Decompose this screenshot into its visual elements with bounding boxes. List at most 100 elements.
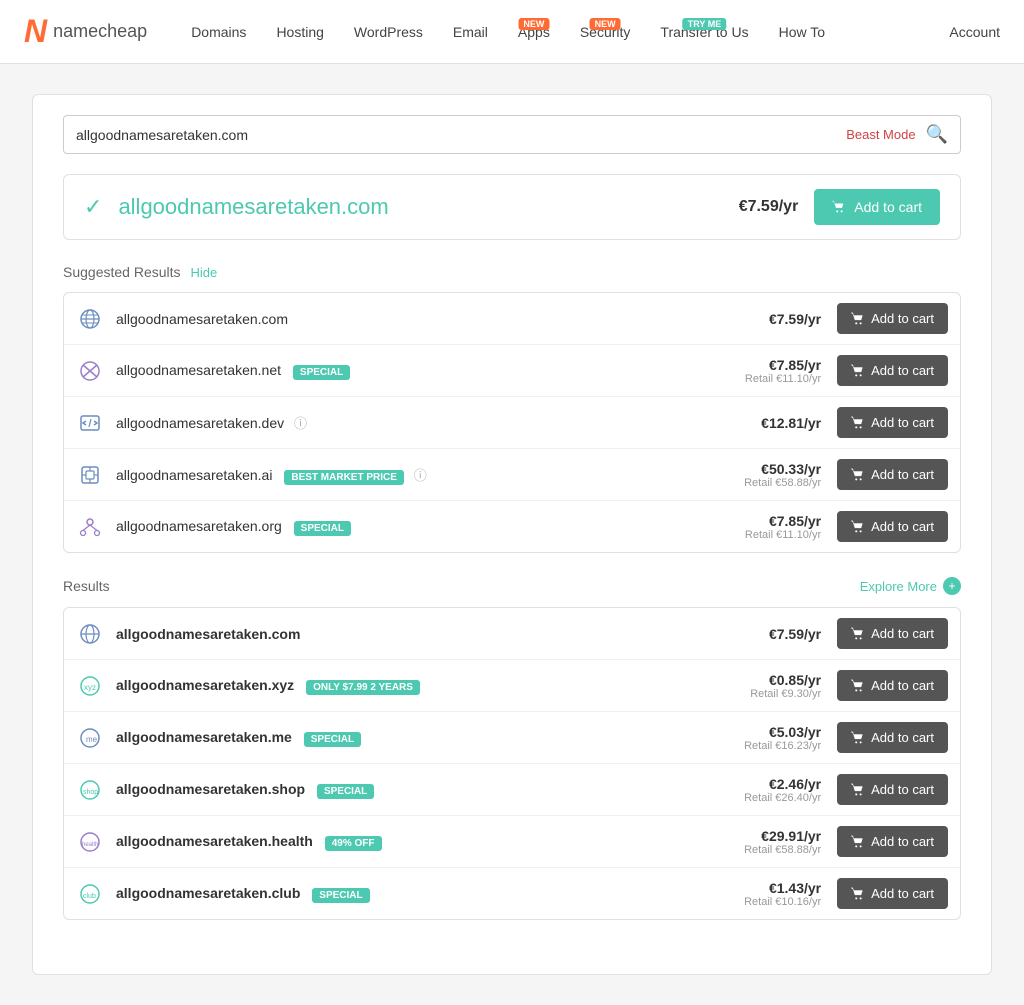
cart-icon — [851, 520, 865, 534]
result-price-health: €29.91/yr Retail €58.88/yr — [744, 828, 821, 856]
logo[interactable]: N namecheap — [24, 13, 147, 50]
beast-mode-button[interactable]: Beast Mode — [846, 127, 915, 142]
result-add-cart-shop[interactable]: Add to cart — [837, 774, 948, 805]
result-domain-com: allgoodnamesaretaken.com — [116, 626, 769, 642]
result-xyz-icon: xyz — [76, 672, 104, 700]
result-domain-me: allgoodnamesaretaken.me SPECIAL — [116, 729, 744, 747]
result-shop-icon: shop — [76, 776, 104, 804]
suggested-add-cart-org[interactable]: Add to cart — [837, 511, 948, 542]
nav-item-domains[interactable]: Domains — [179, 16, 258, 48]
add-label: Add to cart — [871, 626, 934, 641]
cart-icon — [851, 468, 865, 482]
result-row-com: allgoodnamesaretaken.com €7.59/yr Add to… — [64, 608, 960, 660]
com-icon — [76, 305, 104, 333]
add-label: Add to cart — [871, 311, 934, 326]
suggested-row-net: allgoodnamesaretaken.net SPECIAL €7.85/y… — [64, 345, 960, 397]
nav-item-email[interactable]: Email — [441, 16, 500, 48]
result-price-com: €7.59/yr — [769, 626, 821, 642]
nav-item-security[interactable]: NEW Security — [568, 16, 643, 48]
explore-more-label: Explore More — [860, 579, 937, 594]
result-add-cart-health[interactable]: Add to cart — [837, 826, 948, 857]
cart-icon — [851, 364, 865, 378]
primary-result: ✓ allgoodnamesaretaken.com €7.59/yr Add … — [63, 174, 961, 240]
tag-special-me: SPECIAL — [304, 732, 361, 747]
suggested-price-dev: €12.81/yr — [761, 415, 821, 431]
add-label: Add to cart — [871, 730, 934, 745]
suggested-price-net: €7.85/yr Retail €11.10/yr — [745, 357, 821, 385]
cart-icon — [851, 312, 865, 326]
nav-item-howto[interactable]: How To — [767, 16, 837, 48]
suggested-add-cart-net[interactable]: Add to cart — [837, 355, 948, 386]
suggested-row-com: allgoodnamesaretaken.com €7.59/yr Add to… — [64, 293, 960, 345]
tag-off-health: 49% OFF — [325, 836, 382, 851]
tag-special-org: SPECIAL — [294, 521, 351, 536]
result-price-me: €5.03/yr Retail €16.23/yr — [744, 724, 821, 752]
result-add-cart-com[interactable]: Add to cart — [837, 618, 948, 649]
result-row-shop: shop allgoodnamesaretaken.shop SPECIAL €… — [64, 764, 960, 816]
info-icon-ai[interactable]: ⓘ — [414, 468, 427, 483]
nav-item-hosting[interactable]: Hosting — [264, 16, 335, 48]
results-list: allgoodnamesaretaken.com €7.59/yr Add to… — [63, 607, 961, 920]
logo-n-icon: N — [24, 13, 47, 50]
check-icon: ✓ — [84, 194, 102, 220]
search-input[interactable] — [76, 127, 846, 143]
svg-text:shop: shop — [83, 789, 98, 796]
search-icon[interactable]: 🔍 — [926, 124, 948, 145]
add-label: Add to cart — [871, 467, 934, 482]
suggested-domain-org: allgoodnamesaretaken.org SPECIAL — [116, 518, 745, 536]
suggested-price-ai: €50.33/yr Retail €58.88/yr — [744, 461, 821, 489]
suggested-add-cart-dev[interactable]: Add to cart — [837, 407, 948, 438]
search-bar: Beast Mode 🔍 — [63, 115, 961, 154]
suggested-header: Suggested Results Hide — [63, 264, 961, 280]
results-header: Results Explore More + — [63, 577, 961, 595]
account-nav-item[interactable]: Account — [949, 24, 1000, 40]
suggested-add-cart-com[interactable]: Add to cart — [837, 303, 948, 334]
add-label: Add to cart — [871, 415, 934, 430]
add-label: Add to cart — [871, 678, 934, 693]
suggested-title: Suggested Results — [63, 264, 181, 280]
results-section: Results Explore More + allgoodnamesareta… — [63, 577, 961, 920]
result-domain-club: allgoodnamesaretaken.club SPECIAL — [116, 885, 744, 903]
cart-icon — [851, 731, 865, 745]
result-club-icon: club — [76, 880, 104, 908]
suggested-row-org: allgoodnamesaretaken.org SPECIAL €7.85/y… — [64, 501, 960, 552]
result-add-cart-xyz[interactable]: Add to cart — [837, 670, 948, 701]
tag-special-club: SPECIAL — [312, 888, 369, 903]
navbar: N namecheap Domains Hosting WordPress Em… — [0, 0, 1024, 64]
cart-icon — [851, 835, 865, 849]
result-row-xyz: xyz allgoodnamesaretaken.xyz ONLY $7.99 … — [64, 660, 960, 712]
suggested-row-dev: allgoodnamesaretaken.dev ⓘ €12.81/yr Add… — [64, 397, 960, 449]
primary-add-label: Add to cart — [854, 199, 922, 215]
cart-icon — [851, 679, 865, 693]
result-add-cart-club[interactable]: Add to cart — [837, 878, 948, 909]
nav-item-wordpress[interactable]: WordPress — [342, 16, 435, 48]
suggested-row-ai: allgoodnamesaretaken.ai BEST MARKET PRIC… — [64, 449, 960, 501]
hide-suggested-button[interactable]: Hide — [191, 265, 218, 280]
add-label: Add to cart — [871, 886, 934, 901]
result-price-shop: €2.46/yr Retail €26.40/yr — [744, 776, 821, 804]
result-domain-xyz: allgoodnamesaretaken.xyz ONLY $7.99 2 YE… — [116, 677, 750, 695]
explore-more-button[interactable]: Explore More + — [860, 577, 961, 595]
cart-icon — [851, 627, 865, 641]
add-label: Add to cart — [871, 363, 934, 378]
dev-icon — [76, 409, 104, 437]
suggested-price-com: €7.59/yr — [769, 311, 821, 327]
net-icon — [76, 357, 104, 385]
suggested-section: Suggested Results Hide allgoodnamesareta… — [63, 264, 961, 553]
nav-item-apps[interactable]: NEW Apps — [506, 16, 562, 48]
svg-text:club: club — [83, 893, 96, 900]
result-add-cart-me[interactable]: Add to cart — [837, 722, 948, 753]
primary-price: €7.59/yr — [739, 198, 799, 216]
suggested-add-cart-ai[interactable]: Add to cart — [837, 459, 948, 490]
tag-special-net: SPECIAL — [293, 365, 350, 380]
result-com-icon — [76, 620, 104, 648]
transfer-badge: TRY ME — [683, 18, 727, 30]
result-row-me: me allgoodnamesaretaken.me SPECIAL €5.03… — [64, 712, 960, 764]
primary-add-to-cart-button[interactable]: Add to cart — [814, 189, 940, 225]
info-icon-dev[interactable]: ⓘ — [294, 416, 307, 431]
result-domain-health: allgoodnamesaretaken.health 49% OFF — [116, 833, 744, 851]
nav-item-transfer[interactable]: TRY ME Transfer to Us — [648, 16, 760, 48]
result-health-icon: health — [76, 828, 104, 856]
org-icon — [76, 513, 104, 541]
tag-only-xyz: ONLY $7.99 2 YEARS — [306, 680, 420, 695]
